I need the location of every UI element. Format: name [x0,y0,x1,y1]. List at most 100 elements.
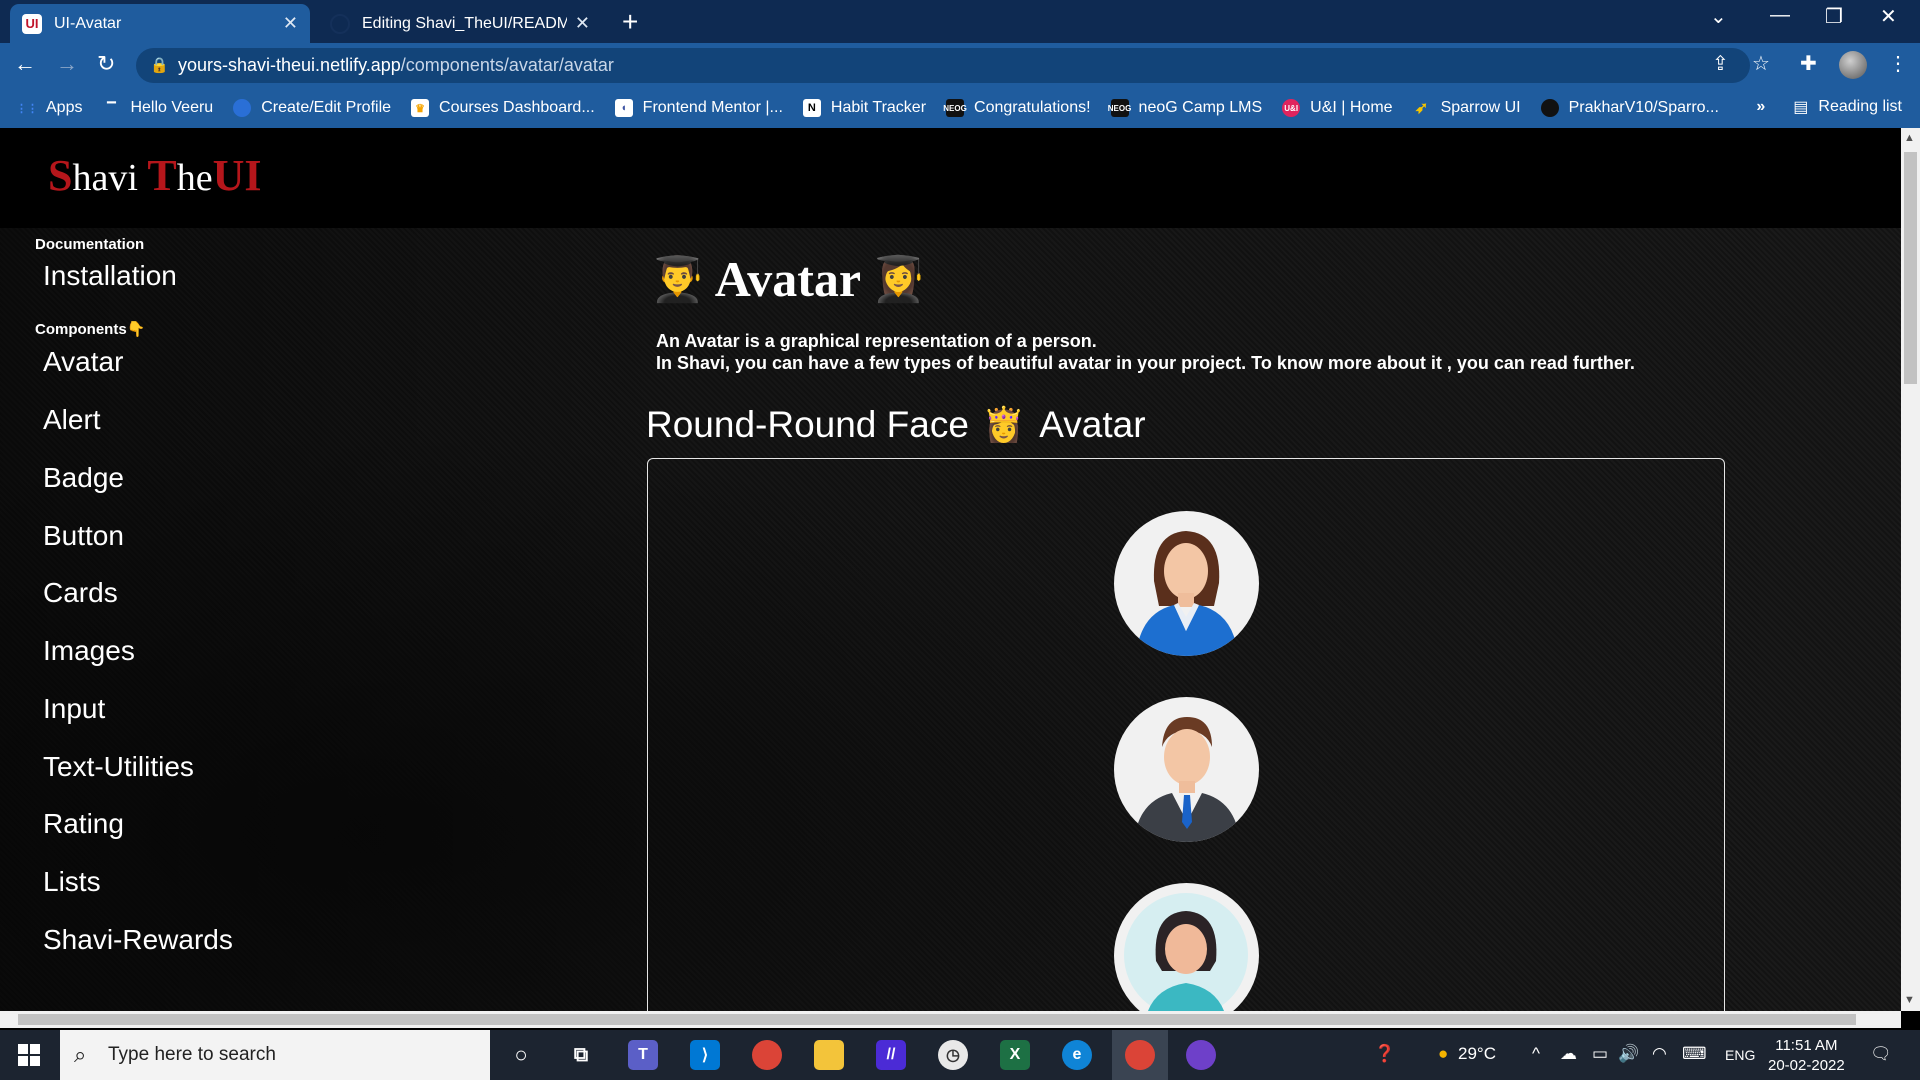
sparrow-icon: ➶ [1414,100,1429,117]
minimize-icon[interactable]: — [1770,4,1790,27]
sidebar-item-text-utilities[interactable]: Text-Utilities [43,751,194,783]
fm-icon: ◖ [614,99,633,117]
scrollbar-thumb[interactable] [18,1014,1856,1025]
bookmark-icon: ▔ [107,102,116,115]
notion-icon: N [802,99,821,117]
restore-icon[interactable]: ❐ [1825,4,1843,29]
sidebar-item-badge[interactable]: Badge [43,462,124,494]
businessman-avatar [1114,697,1259,842]
menu-kebab-icon[interactable]: ⋮ [1888,51,1908,76]
edge-icon[interactable]: e [1062,1040,1092,1070]
new-tab-button[interactable]: + [622,6,638,38]
share-icon[interactable]: ⇪ [1712,51,1729,76]
forward-icon[interactable]: → [56,51,78,77]
bookmark-apps[interactable]: ⋮⋮ Apps [16,99,83,117]
close-tab-icon[interactable]: ✕ [575,13,590,34]
ui-icon: U&I [1282,99,1301,117]
sidebar-item-alert[interactable]: Alert [43,404,101,436]
bookmark-label: Sparrow UI [1440,99,1521,116]
bookmark-courses-dashboard[interactable]: ♛ Courses Dashboard... [411,99,595,117]
cortana-icon[interactable]: ○ [506,1040,536,1070]
system-clock[interactable]: 11:51 AM 20-02-2022 [1768,1036,1845,1076]
sidebar-item-cards[interactable]: Cards [43,577,118,609]
weather-temp[interactable]: 29°C [1458,1044,1496,1064]
section-title-text: Round-Round Face [646,404,969,445]
back-icon[interactable]: ← [14,51,36,77]
tab-title: Editing Shavi_TheUI/README.md [362,14,567,32]
profile-avatar[interactable] [1839,51,1867,79]
file-explorer-icon[interactable] [814,1040,844,1070]
sidebar-item-images[interactable]: Images [43,635,135,667]
site-logo[interactable]: Shavi TheUI [48,150,262,201]
sidebar-item-installation[interactable]: Installation [43,260,177,292]
sidebar-item-rating[interactable]: Rating [43,808,124,840]
app-icon[interactable]: // [876,1040,906,1070]
sidebar-item-shavi-rewards[interactable]: Shavi-Rewards [43,924,233,956]
bookmark-hello-veeru[interactable]: ▔ Hello Veeru [102,99,213,117]
wifi-icon[interactable]: ◠ [1652,1044,1667,1064]
teams-icon[interactable]: T [628,1040,658,1070]
taskbar-search-box[interactable]: ⌕ Type here to search [60,1030,490,1080]
weather-sun-icon: ● [1438,1044,1449,1063]
address-bar[interactable]: 🔒 yours-shavi-theui.netlify.app/componen… [136,48,1750,83]
bookmark-neog-camp[interactable]: NEOG neoG Camp LMS [1108,99,1263,117]
notifications-icon[interactable]: 🗨 [1870,1044,1892,1064]
bookmark-label: neoG Camp LMS [1138,99,1263,116]
bookmark-ui-home[interactable]: U&I U&I | Home [1282,99,1393,117]
section-title-text: Avatar [1039,404,1146,445]
keyboard-icon[interactable]: ⌨ [1682,1044,1707,1064]
scroll-down-icon[interactable]: ▼ [1904,994,1915,1006]
excel-icon[interactable]: X [1000,1040,1030,1070]
globe-icon [233,99,252,117]
section-title: Round-Round Face 👸 Avatar [646,404,1146,446]
bookmark-prakharv10[interactable]: PrakharV10/Sparro... [1540,99,1719,117]
chrome-icon[interactable] [752,1040,782,1070]
language-indicator[interactable]: ENG [1725,1047,1755,1063]
tab-ui-avatar[interactable]: UI UI-Avatar ✕ [10,4,310,43]
more-bookmarks-icon[interactable]: » [1756,98,1765,116]
tab-editing-readme[interactable]: Editing Shavi_TheUI/README.md ✕ [318,4,602,43]
chevron-up-icon[interactable]: ^ [1532,1044,1540,1064]
bookmark-label: U&I | Home [1310,99,1393,116]
sidebar-item-lists[interactable]: Lists [43,866,101,898]
vscode-icon[interactable]: ⟩ [690,1040,720,1070]
windows-start-icon[interactable] [18,1044,40,1066]
task-view-icon[interactable]: ⧉ [566,1040,596,1070]
close-tab-icon[interactable]: ✕ [283,13,298,34]
bookmark-label: Apps [46,99,83,116]
ui-favicon-icon: UI [22,13,42,34]
clock-app-icon[interactable]: ◷ [938,1040,968,1070]
vertical-scrollbar[interactable]: ▲ ▼ [1901,128,1920,1011]
page-title-text: Avatar [714,251,862,307]
chrome-icon[interactable] [1125,1040,1155,1070]
reading-list-button[interactable]: Reading list [1818,98,1902,116]
help-icon[interactable]: ❓ [1374,1044,1395,1064]
bookmark-congratulations[interactable]: NEOG Congratulations! [943,99,1091,117]
tab-search-icon[interactable]: ⌄ [1710,4,1727,29]
bookmark-label: Courses Dashboard... [439,99,595,116]
bookmark-star-icon[interactable]: ☆ [1752,51,1770,76]
logo-text: havi [72,157,148,199]
extensions-icon[interactable]: ✚ [1800,51,1817,76]
scroll-up-icon[interactable]: ▲ [1904,132,1915,144]
close-window-icon[interactable]: ✕ [1880,4,1897,29]
sidebar-item-avatar[interactable]: Avatar [43,346,123,378]
bookmark-label: Hello Veeru [130,99,214,116]
horizontal-scrollbar[interactable] [0,1011,1901,1028]
sidebar-item-input[interactable]: Input [43,693,105,725]
logo-letter: S [48,151,73,200]
sidebar-heading-components: Components👇 [35,321,146,338]
scrollbar-thumb[interactable] [1904,152,1917,384]
search-icon: ⌕ [74,1042,87,1067]
bookmark-sparrow-ui[interactable]: ➶ Sparrow UI [1413,99,1521,117]
battery-icon[interactable]: ▭ [1592,1044,1608,1064]
bookmark-frontend-mentor[interactable]: ◖ Frontend Mentor |... [614,99,783,117]
sidebar-item-button[interactable]: Button [43,520,124,552]
page-viewport: Shavi TheUI Documentation Installation C… [0,128,1901,1011]
onedrive-icon[interactable]: ☁ [1560,1044,1577,1064]
github-desktop-icon[interactable] [1186,1040,1216,1070]
reload-icon[interactable]: ↻ [97,51,115,77]
bookmark-create-edit-profile[interactable]: Create/Edit Profile [233,99,391,117]
bookmark-habit-tracker[interactable]: N Habit Tracker [802,99,926,117]
volume-icon[interactable]: 🔊 [1618,1044,1639,1064]
